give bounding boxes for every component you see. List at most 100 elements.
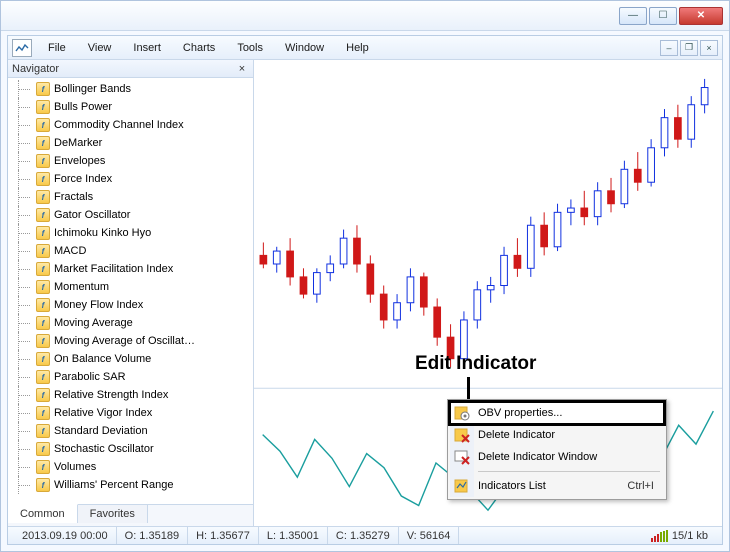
indicator-icon: f	[36, 172, 50, 186]
indicator-icon: f	[36, 280, 50, 294]
navigator-item[interactable]: fRelative Strength Index	[8, 386, 253, 404]
indicator-icon: f	[36, 208, 50, 222]
navigator-item-label: Bulls Power	[54, 101, 112, 113]
navigator-item[interactable]: f Bulls Power	[8, 98, 253, 116]
menu-charts[interactable]: Charts	[173, 39, 225, 57]
navigator-item-label: Fractals	[54, 191, 93, 203]
navigator-tabs: Common Favorites	[8, 504, 253, 526]
navigator-item-label: DeMarker	[54, 137, 102, 149]
navigator-item-label: Parabolic SAR	[54, 371, 126, 383]
navigator-close-button[interactable]: ×	[235, 62, 249, 76]
indicator-icon: f	[36, 316, 50, 330]
indicator-icon: f	[36, 100, 50, 114]
navigator-item-label: Market Facilitation Index	[54, 263, 173, 275]
annotation-label: Edit Indicator	[415, 353, 536, 375]
navigator-item[interactable]: fCommodity Channel Index	[8, 116, 253, 134]
navigator-item[interactable]: fWilliams' Percent Range	[8, 476, 253, 494]
titlebar[interactable]: — ☐ ✕	[1, 1, 729, 31]
indicator-icon: f	[36, 154, 50, 168]
navigator-item[interactable]: f Fractals	[8, 188, 253, 206]
status-close: C: 1.35279	[328, 527, 399, 544]
menu-window[interactable]: Window	[275, 39, 334, 57]
indicator-icon: f	[36, 190, 50, 204]
navigator-item-label: Envelopes	[54, 155, 105, 167]
delete-indicator-icon	[454, 427, 470, 443]
navigator-item[interactable]: fMoving Average of Oscillat…	[8, 332, 253, 350]
navigator-item[interactable]: f Bollinger Bands	[8, 80, 253, 98]
status-open: O: 1.35189	[117, 527, 188, 544]
tab-common[interactable]: Common	[8, 504, 78, 523]
menu-tools[interactable]: Tools	[227, 39, 273, 57]
navigator-item-label: Bollinger Bands	[54, 83, 131, 95]
navigator-item[interactable]: f Relative Vigor Index	[8, 404, 253, 422]
properties-icon	[454, 405, 470, 421]
navigator-item[interactable]: f Stochastic Oscillator	[8, 440, 253, 458]
indicator-icon: f	[36, 442, 50, 456]
navigator-item[interactable]: f Moving Average	[8, 314, 253, 332]
indicators-list-icon	[454, 478, 470, 494]
menu-file[interactable]: File	[38, 39, 76, 57]
indicator-icon: f	[36, 118, 50, 132]
window-minimize-button[interactable]: —	[619, 7, 647, 25]
navigator-item-label: Ichimoku Kinko Hyo	[54, 227, 151, 239]
delete-window-icon	[454, 449, 470, 465]
navigator-item[interactable]: fVolumes	[8, 458, 253, 476]
window-close-button[interactable]: ✕	[679, 7, 723, 25]
navigator-item[interactable]: fParabolic SAR	[8, 368, 253, 386]
navigator-header[interactable]: Navigator ×	[8, 60, 253, 78]
navigator-item-label: Momentum	[54, 281, 109, 293]
window-frame: — ☐ ✕ File View Insert Charts Tools Wind…	[0, 0, 730, 552]
mdi-close-button[interactable]: ×	[700, 40, 718, 56]
mdi-restore-button[interactable]: ❐	[680, 40, 698, 56]
indicator-icon: f	[36, 244, 50, 258]
navigator-item[interactable]: f Market Facilitation Index	[8, 260, 253, 278]
indicator-icon: f	[36, 82, 50, 96]
status-conn-text: 15/1 kb	[672, 530, 708, 542]
indicator-icon: f	[36, 226, 50, 240]
navigator-item-label: Stochastic Oscillator	[54, 443, 154, 455]
app-icon[interactable]	[12, 39, 32, 57]
context-menu: OBV properties... Delete Indicator Delet…	[447, 399, 667, 500]
ctx-delete-indicator-label: Delete Indicator	[478, 429, 555, 441]
ctx-delete-indicator[interactable]: Delete Indicator	[450, 424, 664, 446]
navigator-item[interactable]: f Ichimoku Kinko Hyo	[8, 224, 253, 242]
indicator-icon: f	[36, 406, 50, 420]
navigator-item-label: Force Index	[54, 173, 112, 185]
indicator-icon: f	[36, 262, 50, 276]
menubar: File View Insert Charts Tools Window Hel…	[8, 36, 722, 60]
indicator-icon: f	[36, 388, 50, 402]
navigator-item[interactable]: f Gator Oscillator	[8, 206, 253, 224]
menu-help[interactable]: Help	[336, 39, 379, 57]
navigator-item[interactable]: fStandard Deviation	[8, 422, 253, 440]
navigator-item-label: MACD	[54, 245, 86, 257]
navigator-item-label: Gator Oscillator	[54, 209, 130, 221]
ctx-indicators-list[interactable]: Indicators List Ctrl+I	[450, 475, 664, 497]
navigator-tree[interactable]: f Bollinger Bands f Bulls Power fCommodity C…	[8, 78, 253, 504]
mdi-minimize-button[interactable]: –	[660, 40, 678, 56]
navigator-item-label: Moving Average	[54, 317, 133, 329]
indicator-icon: f	[36, 478, 50, 492]
status-connection: 15/1 kb	[643, 527, 716, 544]
ctx-obv-properties[interactable]: OBV properties...	[450, 402, 664, 424]
navigator-item[interactable]: f Momentum	[8, 278, 253, 296]
navigator-item[interactable]: fOn Balance Volume	[8, 350, 253, 368]
ctx-delete-window[interactable]: Delete Indicator Window	[450, 446, 664, 468]
status-high: H: 1.35677	[188, 527, 259, 544]
menu-insert[interactable]: Insert	[123, 39, 171, 57]
navigator-item[interactable]: fDeMarker	[8, 134, 253, 152]
window-maximize-button[interactable]: ☐	[649, 7, 677, 25]
navigator-item[interactable]: f Force Index	[8, 170, 253, 188]
navigator-panel: Navigator × f Bollinger Bands f Bulls Power…	[8, 60, 254, 526]
ctx-delete-window-label: Delete Indicator Window	[478, 451, 597, 463]
navigator-item[interactable]: f MACD	[8, 242, 253, 260]
menu-view[interactable]: View	[78, 39, 122, 57]
ctx-properties-label: OBV properties...	[478, 407, 562, 419]
navigator-item[interactable]: fMoney Flow Index	[8, 296, 253, 314]
tab-favorites[interactable]: Favorites	[78, 505, 148, 523]
navigator-item-label: Money Flow Index	[54, 299, 143, 311]
navigator-item[interactable]: f Envelopes	[8, 152, 253, 170]
navigator-item-label: Volumes	[54, 461, 96, 473]
statusbar: 2013.09.19 00:00 O: 1.35189 H: 1.35677 L…	[8, 526, 722, 544]
navigator-item-label: Relative Vigor Index	[54, 407, 152, 419]
navigator-item-label: Moving Average of Oscillat…	[54, 335, 195, 347]
